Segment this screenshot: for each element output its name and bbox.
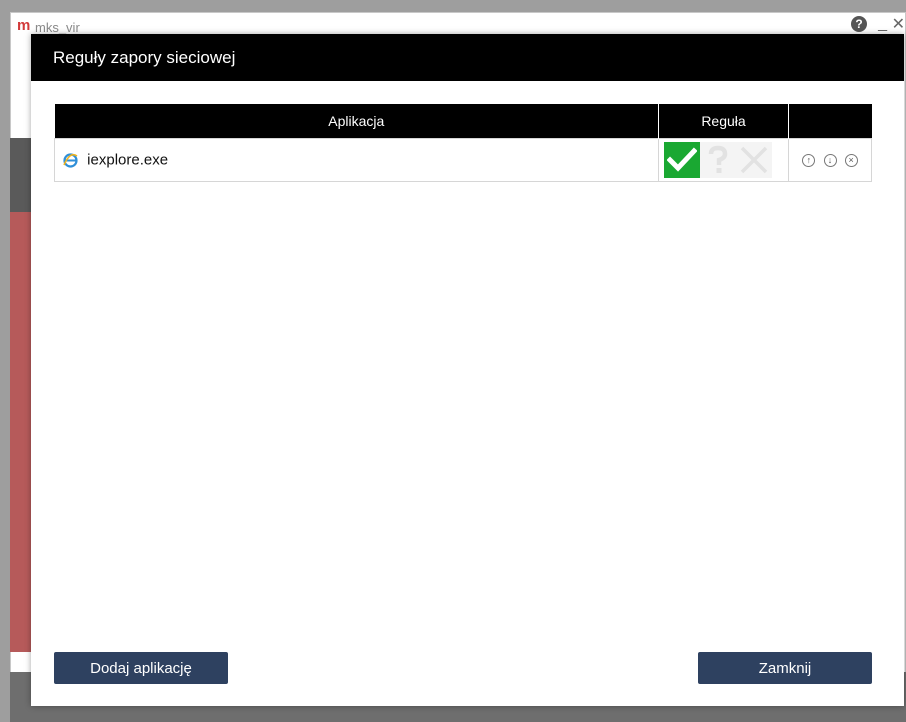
dialog-title: Reguły zapory sieciowej: [53, 48, 236, 67]
firewall-rules-dialog: Reguły zapory sieciowej Aplikacja Reguła: [31, 34, 904, 706]
internet-explorer-icon: [63, 153, 78, 168]
column-header-rule: Reguła: [658, 104, 789, 139]
dialog-header: Reguły zapory sieciowej: [31, 34, 904, 81]
table-row: iexplore.exe ↑ ↓ ×: [54, 138, 872, 182]
move-up-icon[interactable]: ↑: [802, 154, 816, 168]
checkmark-icon: [667, 147, 697, 172]
rule-ask-button[interactable]: [700, 142, 736, 178]
cross-icon: [740, 146, 768, 174]
close-window-icon[interactable]: ✕: [892, 14, 905, 34]
close-button[interactable]: Zamknij: [698, 652, 872, 684]
background-window-title: mks_vir: [35, 20, 80, 35]
rule-cell: [658, 138, 789, 182]
minimize-icon[interactable]: _: [878, 15, 887, 33]
move-down-icon[interactable]: ↓: [823, 154, 837, 168]
app-cell: iexplore.exe: [54, 138, 659, 182]
app-name: iexplore.exe: [87, 151, 169, 169]
remove-icon[interactable]: ×: [844, 154, 858, 168]
column-header-actions: [788, 104, 872, 139]
rules-table: Aplikacja Reguła iexplore.exe ↑ ↓ ×: [54, 104, 872, 182]
question-mark-icon: [708, 145, 728, 173]
rule-allow-button[interactable]: [664, 142, 700, 178]
app-logo: m: [17, 17, 31, 34]
actions-cell: ↑ ↓ ×: [788, 138, 872, 182]
add-application-button[interactable]: Dodaj aplikację: [54, 652, 228, 684]
table-header-row: Aplikacja Reguła: [54, 104, 872, 139]
column-header-application: Aplikacja: [54, 104, 659, 139]
help-icon[interactable]: ?: [851, 16, 867, 32]
rule-deny-button[interactable]: [736, 142, 772, 178]
